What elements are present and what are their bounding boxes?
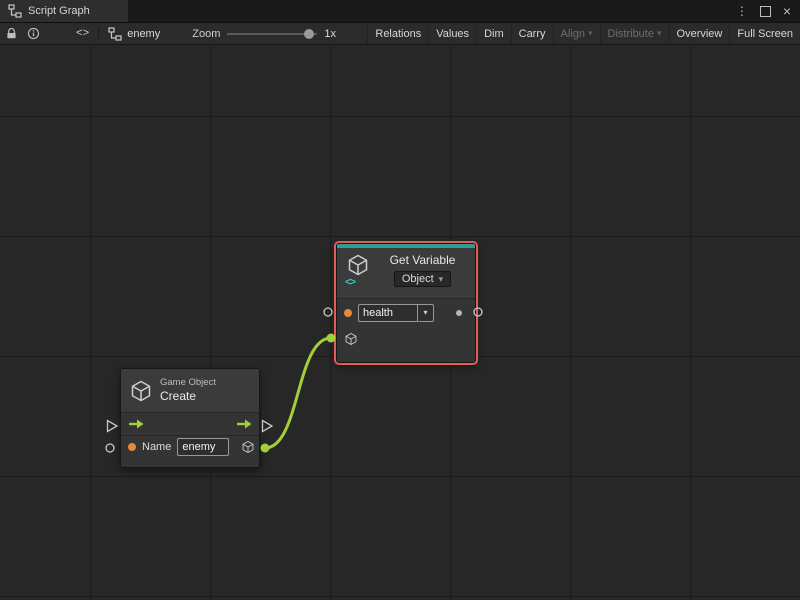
name-label: Name xyxy=(142,441,171,453)
chevron-down-icon: ▾ xyxy=(423,308,427,317)
script-graph-icon xyxy=(8,4,22,18)
overview-button[interactable]: Overview xyxy=(669,23,730,44)
get-variable-node[interactable]: <> Get Variable Object ▾ health ▾ xyxy=(336,243,476,363)
create-node[interactable]: Game Object Create Name enemy xyxy=(120,368,260,468)
object-input-cube-icon[interactable] xyxy=(344,332,358,346)
flow-in-arrow-icon[interactable] xyxy=(128,419,144,429)
full-screen-button[interactable]: Full Screen xyxy=(729,23,800,44)
lock-button[interactable] xyxy=(0,23,22,44)
lock-icon xyxy=(5,27,18,40)
relations-button[interactable]: Relations xyxy=(367,23,428,44)
create-node-header[interactable]: Game Object Create xyxy=(121,369,259,412)
tab-script-graph[interactable]: Script Graph xyxy=(0,0,128,22)
game-object-icon xyxy=(129,379,153,403)
create-node-footer xyxy=(121,458,259,467)
chevron-down-icon: ▾ xyxy=(439,275,444,284)
variable-scope-dropdown[interactable]: Object ▾ xyxy=(394,271,451,287)
object-input-row xyxy=(337,326,475,352)
get-variable-title: Get Variable xyxy=(390,253,456,267)
zoom-slider[interactable] xyxy=(227,33,317,35)
zoom-label: Zoom xyxy=(192,28,220,40)
value-output-dot[interactable] xyxy=(456,310,462,316)
edit-script-button[interactable]: <> xyxy=(70,28,95,40)
graph-asset-icon xyxy=(108,27,122,41)
variable-object-icon: <> xyxy=(345,253,371,287)
title-bar: Script Graph ⋮ × xyxy=(0,0,800,23)
close-icon[interactable]: × xyxy=(783,4,791,18)
create-node-title: Create xyxy=(160,389,216,404)
unity-script-graph-window: { "window": { "tab": "Script Graph", "me… xyxy=(0,0,800,600)
create-node-category: Game Object xyxy=(160,377,216,389)
maximize-icon[interactable] xyxy=(760,6,771,17)
graph-breadcrumb[interactable]: enemy xyxy=(102,27,166,41)
get-variable-header[interactable]: <> Get Variable Object ▾ xyxy=(337,248,475,298)
graph-canvas[interactable]: Game Object Create Name enemy <> Ge xyxy=(0,44,800,600)
values-button[interactable]: Values xyxy=(428,23,476,44)
variable-name-row: health ▾ xyxy=(337,298,475,326)
get-variable-footer xyxy=(337,352,475,362)
flow-out-arrow-icon[interactable] xyxy=(236,419,252,429)
tab-label: Script Graph xyxy=(28,5,90,17)
code-icon: <> xyxy=(76,28,89,40)
distribute-button[interactable]: Distribute▾ xyxy=(600,23,669,44)
name-port-dot[interactable] xyxy=(128,443,136,451)
window-controls: ⋮ × xyxy=(736,0,800,22)
scope-value: Object xyxy=(402,273,434,285)
chevron-down-icon: ▾ xyxy=(657,29,662,38)
variable-name-port-dot[interactable] xyxy=(344,309,352,317)
info-icon xyxy=(27,27,40,40)
chevron-down-icon: ▾ xyxy=(588,29,593,38)
create-node-flow-row xyxy=(121,412,259,435)
dim-button[interactable]: Dim xyxy=(476,23,511,44)
variable-name-dropdown[interactable]: ▾ xyxy=(418,304,434,322)
toolbar-divider xyxy=(98,27,99,40)
graph-toolbar: <> enemy Zoom 1x Relations Values Dim Ca… xyxy=(0,23,800,45)
game-object-output-icon[interactable] xyxy=(241,440,255,454)
inspector-button[interactable] xyxy=(22,23,44,44)
code-badge-icon: <> xyxy=(345,278,355,289)
variable-name-combo: health ▾ xyxy=(358,304,434,322)
carry-button[interactable]: Carry xyxy=(511,23,553,44)
cube-icon xyxy=(346,253,370,277)
zoom-control: Zoom 1x xyxy=(192,28,336,40)
window-menu-icon[interactable]: ⋮ xyxy=(736,5,748,17)
variable-name-input[interactable]: health xyxy=(358,304,418,322)
graph-name: enemy xyxy=(127,28,160,40)
align-button[interactable]: Align▾ xyxy=(553,23,600,44)
zoom-slider-handle[interactable] xyxy=(304,29,314,39)
name-input[interactable]: enemy xyxy=(177,438,229,456)
toolbar-buttons: Relations Values Dim Carry Align▾ Distri… xyxy=(367,23,800,44)
create-node-name-row: Name enemy xyxy=(121,435,259,458)
zoom-value: 1x xyxy=(324,28,336,40)
